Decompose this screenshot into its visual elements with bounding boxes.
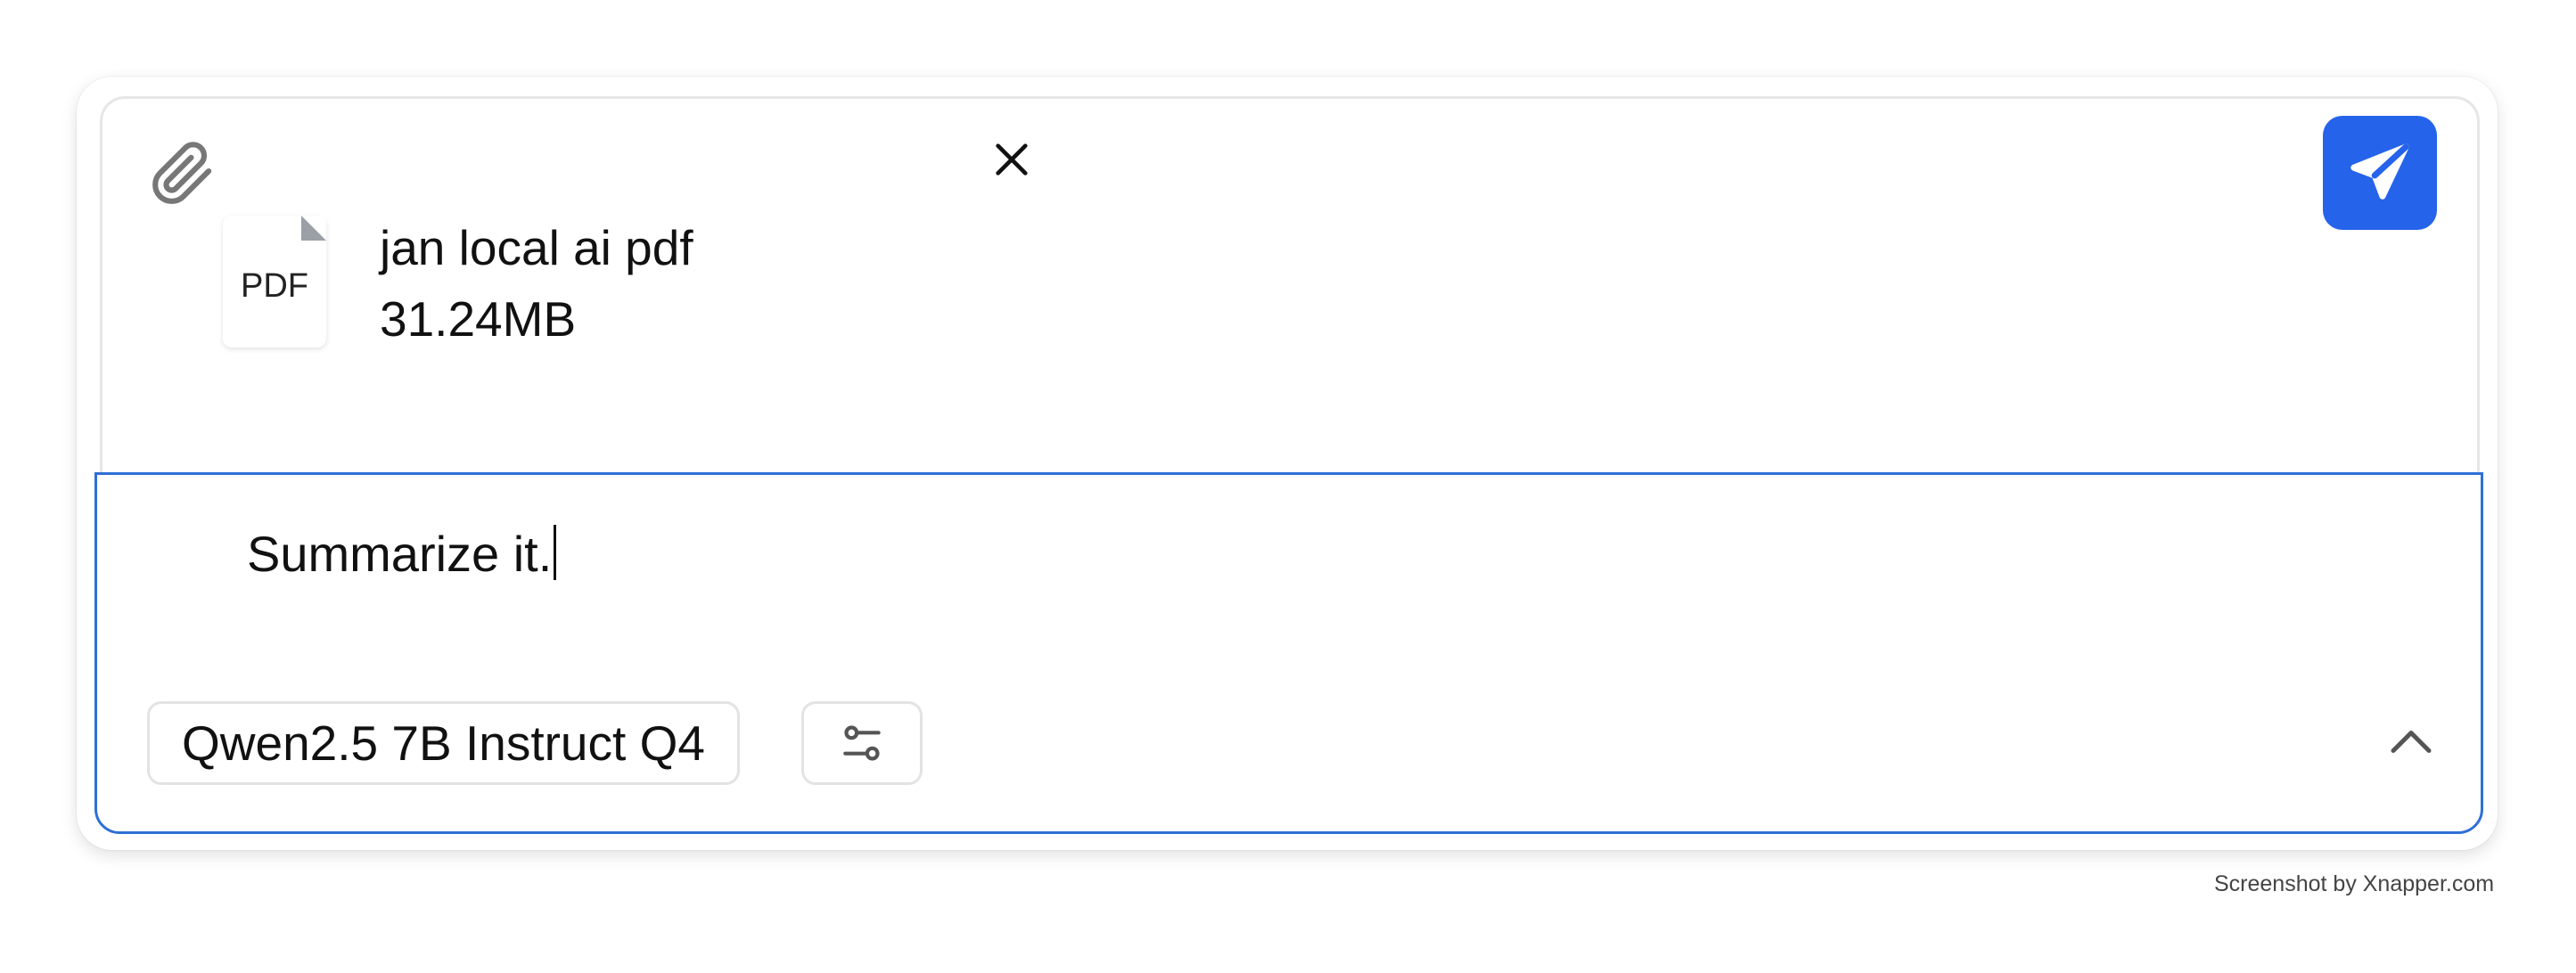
text-caret — [554, 525, 557, 580]
message-input[interactable]: Summarize it. — [247, 525, 557, 583]
page-fold-icon — [301, 216, 326, 241]
model-selector-button[interactable]: Qwen2.5 7B Instruct Q4 — [147, 701, 740, 785]
file-type-label: PDF — [241, 267, 308, 305]
watermark-text: Screenshot by Xnapper.com — [2214, 871, 2495, 896]
send-button[interactable] — [2323, 116, 2437, 230]
sliders-icon — [843, 725, 881, 761]
model-settings-button[interactable] — [801, 701, 923, 785]
attachment-file-name: jan local ai pdf — [380, 220, 693, 275]
attachment-file-size: 31.24MB — [380, 291, 577, 347]
chevron-up-icon[interactable] — [2384, 717, 2438, 771]
message-input-value: Summarize it. — [247, 526, 553, 582]
paperclip-icon[interactable] — [150, 141, 216, 207]
pdf-file-thumbnail: PDF — [223, 216, 326, 348]
paper-plane-icon — [2350, 143, 2409, 200]
model-selector-label: Qwen2.5 7B Instruct Q4 — [182, 715, 705, 771]
remove-attachment-close-icon[interactable] — [991, 139, 1032, 180]
message-input-area[interactable]: Summarize it. Qwen2.5 7B Instruct Q4 — [94, 472, 2483, 834]
